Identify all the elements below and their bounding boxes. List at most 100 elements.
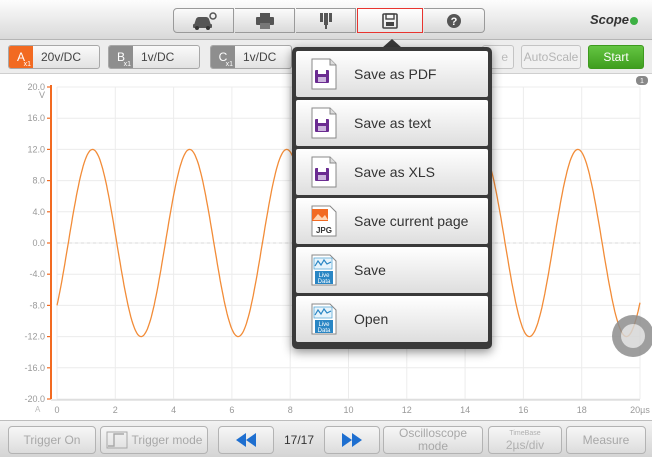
trigger-mode-button[interactable]: Trigger mode (100, 426, 208, 454)
y-axis: 20.016.012.08.04.00.0-4.0-8.0-12.0-16.0-… (24, 82, 52, 404)
help-button[interactable]: ? (424, 8, 485, 33)
xls-save-icon (311, 156, 337, 188)
car-settings-button[interactable] (173, 8, 234, 33)
mode-label-line2: mode (417, 439, 449, 453)
probe-button[interactable] (296, 8, 356, 33)
menu-item-save-text[interactable]: Save as text (296, 100, 488, 146)
y-tick-label: 12.0 (27, 144, 45, 154)
menu-item-open[interactable]: Live Data Open (296, 296, 488, 342)
menu-item-label: Save as text (354, 115, 432, 131)
menu-item-save-xls[interactable]: Save as XLS (296, 149, 488, 195)
partially-hidden-label: e (501, 50, 508, 64)
scope-app: ? Scope Ax1 20v/DC Bx1 1v/DC Cx1 1v/DC e… (0, 0, 652, 457)
page-indicator: 17/17 (275, 426, 323, 454)
channel-c-multiplier: x1 (225, 61, 233, 68)
autoscale-button[interactable]: AutoScale (521, 45, 581, 69)
channel-b-tag: Bx1 (109, 46, 133, 68)
x-tick-label: 20µs (630, 405, 650, 415)
timebase-button[interactable]: TimeBase 2µs/div (488, 426, 562, 454)
probe-icon (319, 12, 332, 29)
rewind-icon (236, 433, 256, 447)
menu-item-save-pdf[interactable]: Save as PDF (296, 51, 488, 97)
y-tick-label: 4.0 (32, 207, 45, 217)
channel-a-marker: A (35, 405, 41, 414)
channel-b-button[interactable]: Bx1 1v/DC (108, 45, 200, 69)
menu-item-label: Save current page (354, 213, 469, 229)
measure-button[interactable]: Measure (566, 426, 646, 454)
y-tick-label: 0.0 (32, 238, 45, 248)
y-tick-label: 16.0 (27, 113, 45, 123)
timebase-value: 2µs/div (505, 437, 545, 452)
save-icon (382, 12, 398, 29)
round-button-inner (621, 324, 645, 348)
print-button[interactable] (235, 8, 295, 33)
y-tick-label: -8.0 (29, 300, 45, 310)
page-indicator-label: 17/17 (283, 433, 315, 447)
y-tick-label: 8.0 (32, 176, 45, 186)
channel-a-tag: Ax1 (9, 46, 33, 68)
y-tick-label: -12.0 (24, 332, 45, 342)
channel-c-scale: 1v/DC (243, 50, 277, 64)
trigger-mode-label: Trigger mode (131, 433, 203, 447)
save-menu-button[interactable] (357, 8, 423, 33)
live-data-save-icon: Live Data (311, 254, 337, 286)
text-save-icon (311, 107, 337, 139)
trigger-mode-icon (106, 431, 128, 449)
timebase-caption: TimeBase (509, 429, 541, 437)
jpg-icon: JPG (311, 205, 337, 237)
channel-a-multiplier: x1 (23, 61, 31, 68)
start-button[interactable]: Start (588, 45, 644, 69)
menu-item-label: Save (354, 262, 386, 278)
next-page-button[interactable] (324, 426, 380, 454)
y-unit-label: V (39, 90, 45, 100)
bottom-toolbar: Trigger On Trigger mode 17/17 Oscillosco… (0, 420, 652, 457)
channel-b-scale: 1v/DC (141, 50, 175, 64)
pdf-save-icon (311, 58, 337, 90)
menu-item-save-current-page[interactable]: JPG Save current page (296, 198, 488, 244)
menu-item-label: Save as PDF (354, 66, 437, 82)
channel-a-scale: 20v/DC (41, 50, 82, 64)
floating-round-button[interactable] (612, 315, 652, 357)
start-label: Start (603, 50, 629, 64)
top-toolbar: ? Scope (0, 0, 652, 40)
fast-forward-icon (342, 433, 362, 447)
brand-logo: Scope (590, 12, 638, 27)
x-tick-label: 6 (229, 405, 234, 415)
print-icon (255, 12, 274, 29)
help-icon: ? (447, 13, 461, 28)
y-tick-label: -4.0 (29, 269, 45, 279)
channel-a-button[interactable]: Ax1 20v/DC (8, 45, 100, 69)
x-axis: 0 2 4 6 8 10 12 14 16 18 20µs (51, 399, 650, 415)
measure-label: Measure (582, 433, 630, 447)
x-tick-label: 10 (343, 405, 353, 415)
status-dot-icon (630, 17, 638, 25)
svg-text:JPG: JPG (316, 226, 332, 235)
live-data-open-icon: Live Data (311, 303, 337, 335)
trigger-on-button[interactable]: Trigger On (8, 426, 96, 454)
x-tick-label: 12 (402, 405, 412, 415)
brand-name: Scope (589, 12, 629, 27)
previous-page-button[interactable] (218, 426, 274, 454)
autoscale-label: AutoScale (523, 50, 579, 64)
y-tick-label: -20.0 (24, 394, 45, 404)
x-tick-label: 16 (518, 405, 528, 415)
save-dropdown-menu: Save as PDF Save as text Save as XLS JPG… (292, 47, 492, 349)
x-tick-label: 0 (54, 405, 59, 415)
channel-c-button[interactable]: Cx1 1v/DC (210, 45, 292, 69)
svg-text:Data: Data (318, 279, 331, 285)
menu-item-save[interactable]: Live Data Save (296, 247, 488, 293)
x-tick-label: 8 (288, 405, 293, 415)
trigger-on-label: Trigger On (23, 433, 81, 447)
x-tick-label: 18 (577, 405, 587, 415)
menu-item-label: Save as XLS (354, 164, 435, 180)
car-settings-icon (192, 11, 217, 30)
oscilloscope-mode-button[interactable]: Oscilloscope mode (383, 426, 483, 454)
x-tick-label: 14 (460, 405, 470, 415)
x-tick-label: 2 (113, 405, 118, 415)
menu-item-label: Open (354, 311, 389, 327)
channel-b-multiplier: x1 (123, 61, 131, 68)
y-tick-label: -16.0 (24, 363, 45, 373)
svg-text:Data: Data (318, 328, 331, 334)
x-tick-label: 4 (171, 405, 176, 415)
channel-c-tag: Cx1 (211, 46, 235, 68)
